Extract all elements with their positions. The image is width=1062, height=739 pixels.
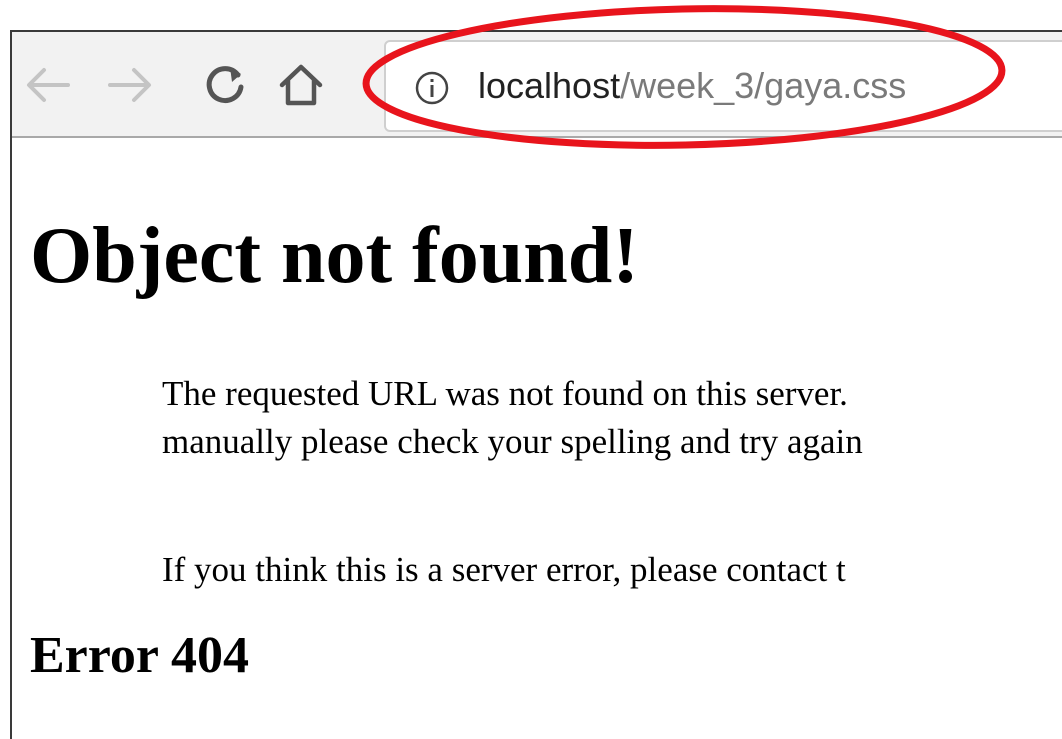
- info-circle-icon[interactable]: [414, 70, 450, 106]
- browser-toolbar: localhost/week_3/gaya.css: [12, 32, 1062, 138]
- browser-screenshot: localhost/week_3/gaya.css Object not fou…: [0, 0, 1062, 739]
- server-error-message: If you think this is a server error, ple…: [162, 550, 846, 589]
- url-path: /week_3/gaya.css: [620, 65, 907, 106]
- error-code-heading: Error 404: [30, 627, 250, 684]
- forward-button[interactable]: [104, 58, 158, 112]
- reload-icon: [206, 66, 244, 104]
- page-title: Object not found!: [30, 212, 639, 300]
- url-text[interactable]: localhost/week_3/gaya.css: [478, 64, 906, 108]
- back-button[interactable]: [20, 58, 74, 112]
- not-found-message: The requested URL was not found on this …: [162, 370, 863, 466]
- not-found-line-2: manually please check your spelling and …: [162, 422, 863, 461]
- address-bar[interactable]: localhost/week_3/gaya.css: [384, 40, 1062, 132]
- reload-button[interactable]: [198, 58, 252, 112]
- url-host: localhost: [478, 65, 621, 106]
- arrow-right-icon: [108, 68, 151, 102]
- home-icon: [279, 64, 323, 106]
- arrow-left-icon: [27, 68, 70, 102]
- home-button[interactable]: [274, 58, 328, 112]
- not-found-line-1: The requested URL was not found on this …: [162, 374, 848, 413]
